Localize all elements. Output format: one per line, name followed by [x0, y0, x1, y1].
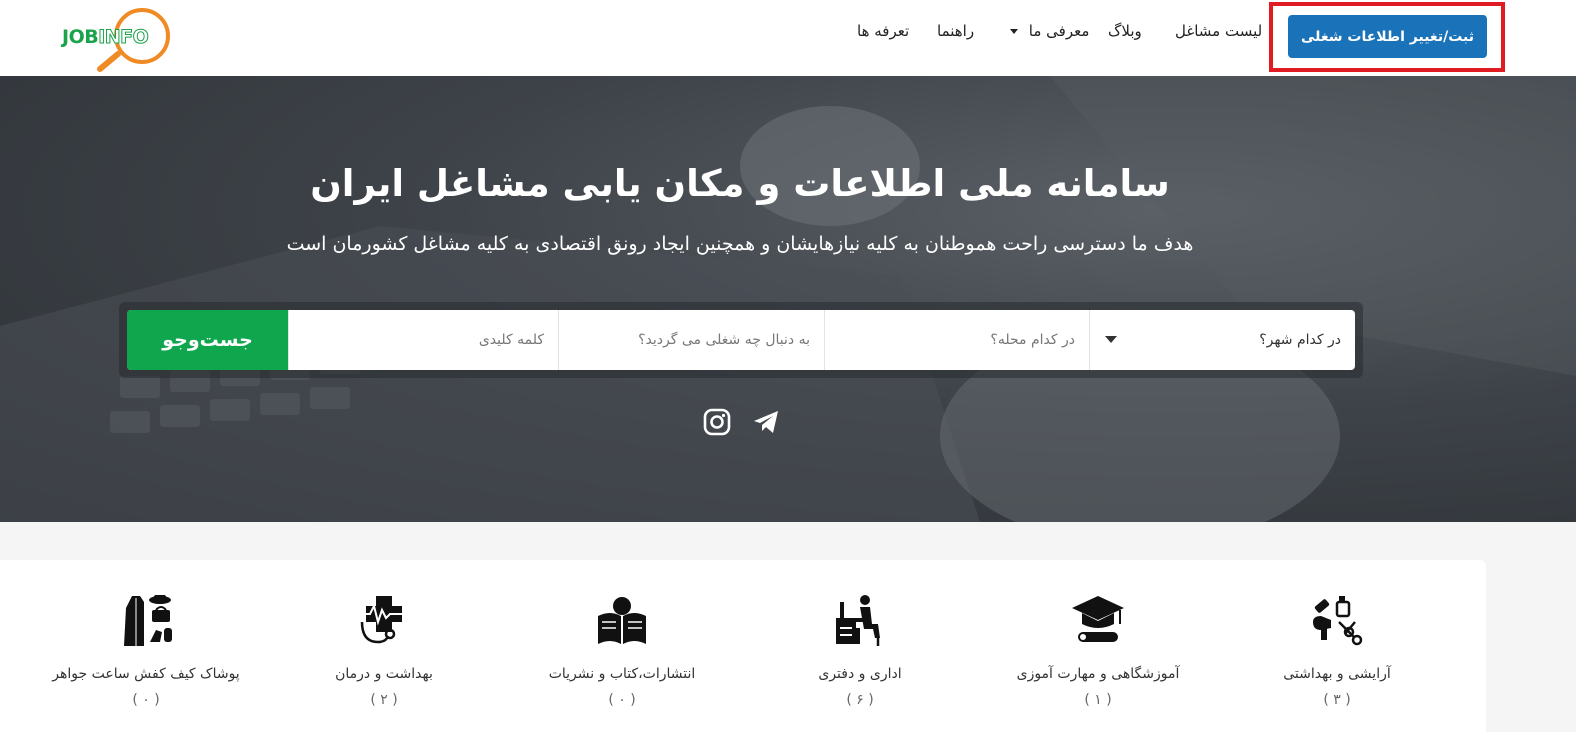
search-button[interactable]: جست‌وجو	[127, 310, 288, 370]
jobinfo-logo[interactable]: JOBINFO	[58, 6, 182, 72]
category-count: ( ۶ )	[846, 692, 874, 708]
district-placeholder: در کدام محله؟	[990, 332, 1075, 348]
chevron-down-icon	[1010, 29, 1018, 34]
nav-about-dropdown[interactable]: معرفی ما	[1004, 22, 1089, 40]
register-job-info-button[interactable]: ثبت/تغییر اطلاعات شغلی	[1288, 15, 1487, 58]
category-count: ( ۰ )	[132, 692, 160, 708]
category-label: اداری و دفتری	[818, 666, 902, 682]
category-beauty[interactable]: آرایشی و بهداشتی ( ۳ )	[1217, 592, 1457, 708]
category-count: ( ۲ )	[370, 692, 398, 708]
category-label: آرایشی و بهداشتی	[1283, 666, 1391, 682]
book-icon	[598, 597, 646, 644]
graduation-icon	[1072, 596, 1124, 642]
category-count: ( ۳ )	[1323, 692, 1351, 708]
beauty-icon	[1313, 596, 1363, 646]
nav-blog[interactable]: وبلاگ	[1108, 22, 1142, 40]
telegram-icon[interactable]	[752, 408, 780, 436]
city-select-label: در کدام شهر؟	[1259, 332, 1341, 348]
category-label: پوشاک کیف کفش ساعت جواهر	[52, 666, 240, 682]
job-input[interactable]: به دنبال چه شغلی می گردید؟	[558, 310, 824, 370]
category-label: انتشارات،کتاب و نشریات	[548, 666, 696, 682]
top-navbar: JOBINFO لیست مشاغل وبلاگ معرفی ما راهنما…	[0, 0, 1576, 76]
clothing-icon	[124, 595, 172, 646]
logo-text: JOBINFO	[62, 26, 150, 49]
logo-text-part1: JOB	[62, 26, 99, 48]
nav-pricing[interactable]: تعرفه ها	[857, 22, 909, 40]
category-office[interactable]: اداری و دفتری ( ۶ )	[740, 592, 980, 708]
category-label: بهداشت و درمان	[335, 666, 433, 682]
category-count: ( ۰ )	[608, 692, 636, 708]
hero-background-image	[0, 76, 1576, 522]
hero-title: سامانه ملی اطلاعات و مکان یابی مشاغل ایر…	[310, 162, 1170, 205]
logo-text-part2: INFO	[98, 26, 150, 49]
hero-section: سامانه ملی اطلاعات و مکان یابی مشاغل ایر…	[0, 76, 1576, 522]
nav-about-label: معرفی ما	[1028, 22, 1090, 40]
instagram-icon[interactable]	[703, 408, 731, 436]
job-placeholder: به دنبال چه شغلی می گردید؟	[638, 332, 810, 348]
category-label: آموزشگاهی و مهارت آموزی	[1016, 666, 1180, 682]
hero-subtitle: هدف ما دسترسی راحت هموطنان به کلیه نیازه…	[286, 233, 1194, 255]
medical-icon	[360, 596, 408, 644]
nav-guide[interactable]: راهنما	[937, 22, 974, 40]
district-input[interactable]: در کدام محله؟	[824, 310, 1089, 370]
city-select[interactable]: در کدام شهر؟	[1089, 310, 1355, 370]
category-health[interactable]: بهداشت و درمان ( ۲ )	[264, 592, 504, 708]
category-count: ( ۱ )	[1084, 692, 1112, 708]
category-clothing[interactable]: پوشاک کیف کفش ساعت جواهر ( ۰ )	[26, 592, 266, 708]
office-icon	[836, 595, 880, 646]
keyword-placeholder: کلمه کلیدی	[478, 332, 544, 348]
caret-down-icon	[1105, 336, 1117, 343]
category-publishing[interactable]: انتشارات،کتاب و نشریات ( ۰ )	[502, 592, 742, 708]
nav-jobs-list[interactable]: لیست مشاغل	[1175, 22, 1262, 40]
keyword-input[interactable]: کلمه کلیدی	[288, 310, 558, 370]
category-education[interactable]: آموزشگاهی و مهارت آموزی ( ۱ )	[978, 592, 1218, 708]
